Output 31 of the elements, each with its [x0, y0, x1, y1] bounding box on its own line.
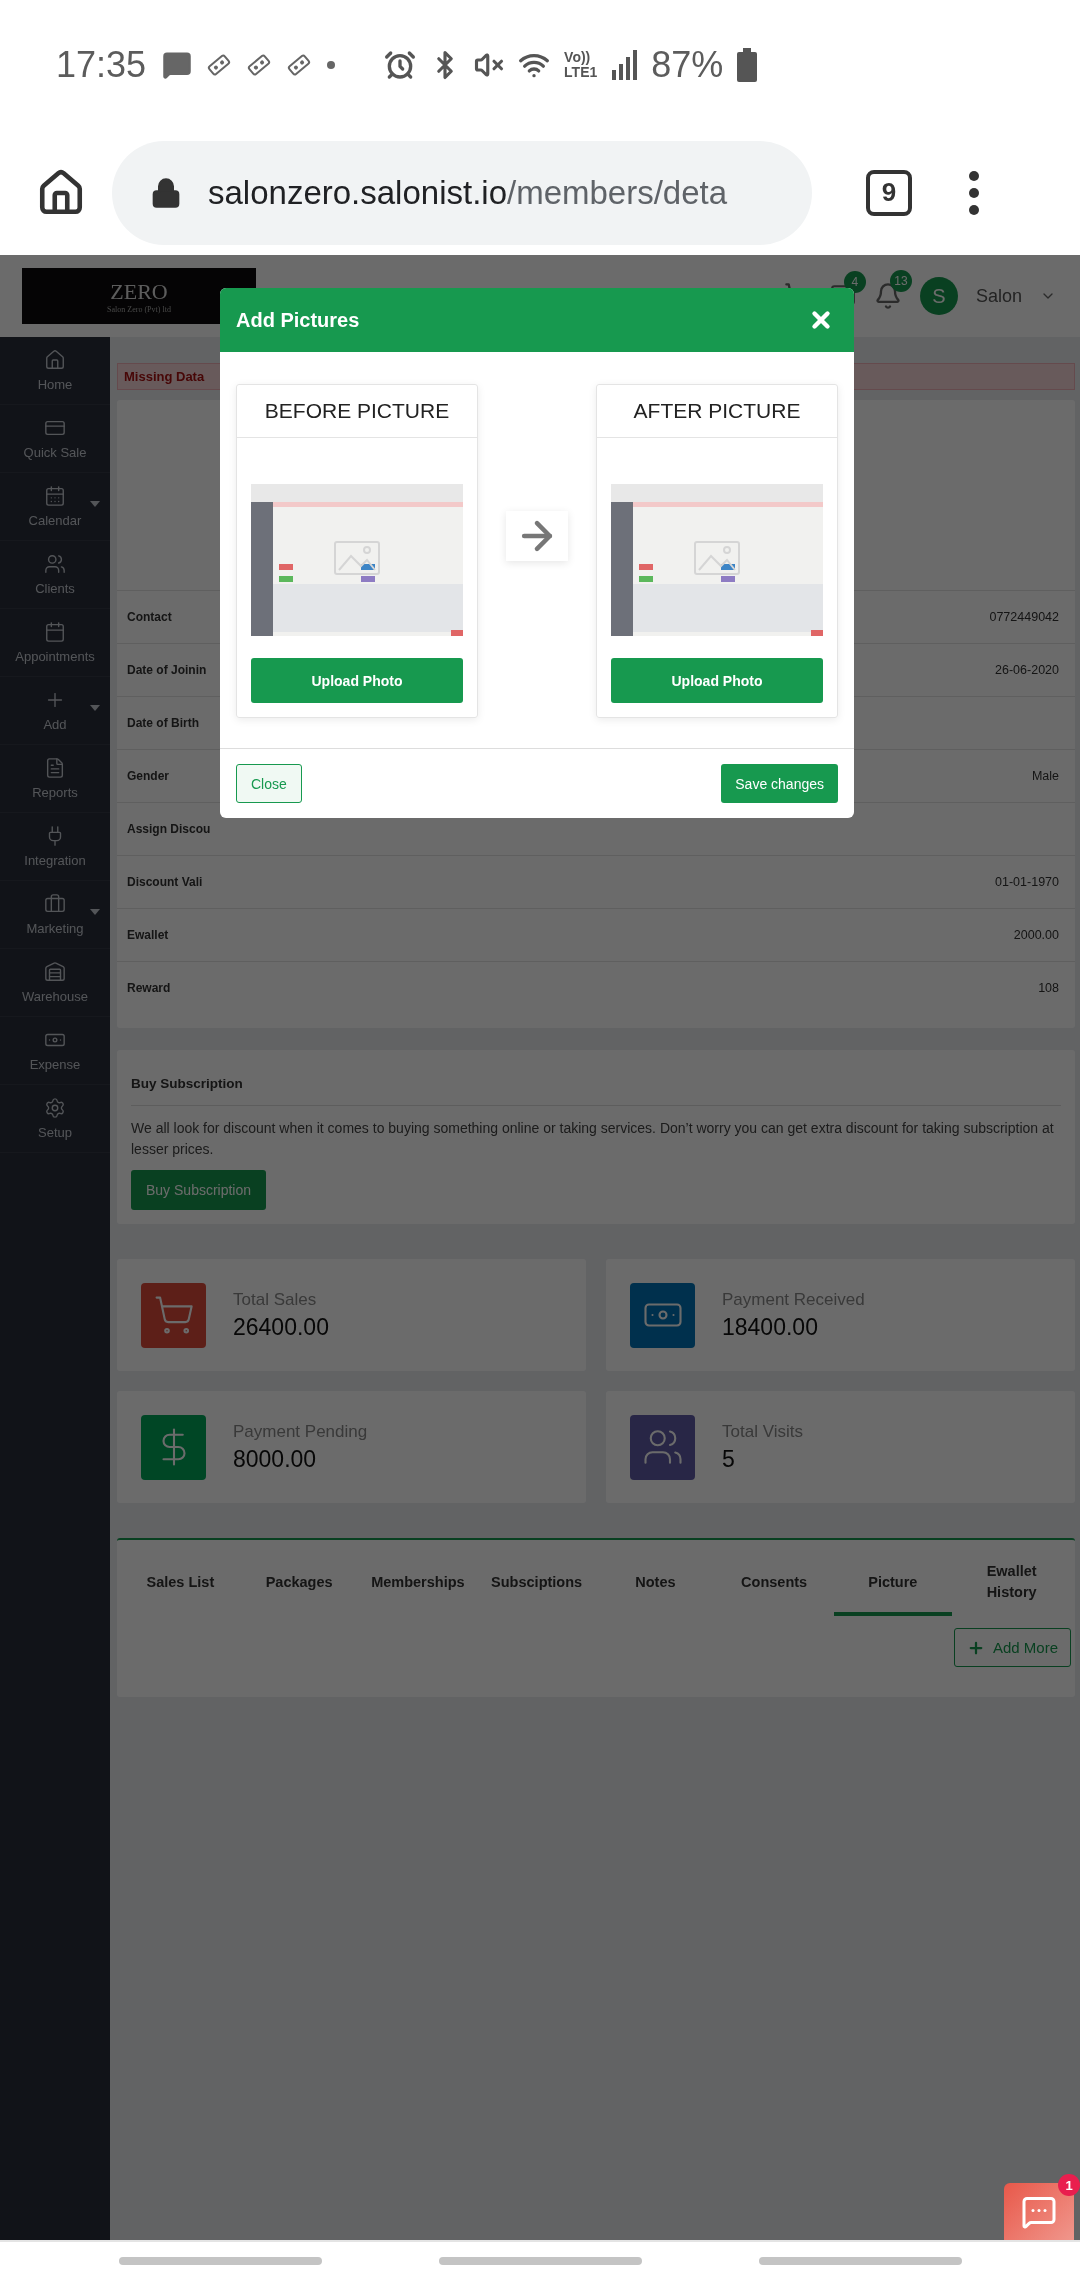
field-label: Date of Birth	[127, 716, 199, 730]
field-label: Assign Discou	[127, 822, 211, 836]
field-value: 01-01-1970	[995, 875, 1059, 889]
field-value: Male	[1031, 769, 1059, 783]
field-value: 108	[1038, 981, 1059, 995]
card-title: Buy Subscription	[131, 1076, 1061, 1106]
url-text: salonzero.salonist.io/members/deta	[208, 173, 728, 212]
field-label: Discount Vali	[127, 875, 203, 889]
field-label: Ewallet	[127, 928, 169, 942]
field-label: Gender	[127, 769, 169, 783]
dialog-title: Add Pictures	[236, 308, 360, 332]
message-count-badge: 4	[843, 271, 866, 293]
alert-text: Missing Data	[124, 369, 205, 384]
panel-title: AFTER PICTURE	[597, 385, 837, 438]
clock-time: 17:35	[56, 44, 147, 86]
field-label: Date of Joinin	[127, 663, 207, 677]
field-label: Contact	[127, 610, 172, 624]
card-text: We all look for discount when it comes to buying something online or taking services. Don’t worry you can get extra discount for taking subscription at lesser prices.	[131, 1119, 1055, 1159]
chat-count-badge: 1	[1058, 2174, 1080, 2196]
panel-title: BEFORE PICTURE	[237, 385, 477, 438]
stat-value: 26400.00	[233, 1313, 329, 1341]
field-value: 2000.00	[1013, 928, 1059, 942]
field-value: 26-06-2020	[995, 663, 1059, 677]
notification-count-badge: 13	[889, 270, 912, 292]
battery-percent: 87%	[651, 44, 724, 86]
stat-value: 5	[722, 1445, 736, 1473]
field-value: 0772449042	[989, 610, 1059, 624]
field-label: Reward	[127, 981, 171, 995]
stat-value: 8000.00	[233, 1445, 318, 1473]
network-type-label: Vo)) LTE1	[564, 50, 598, 80]
stat-value: 18400.00	[722, 1313, 819, 1341]
